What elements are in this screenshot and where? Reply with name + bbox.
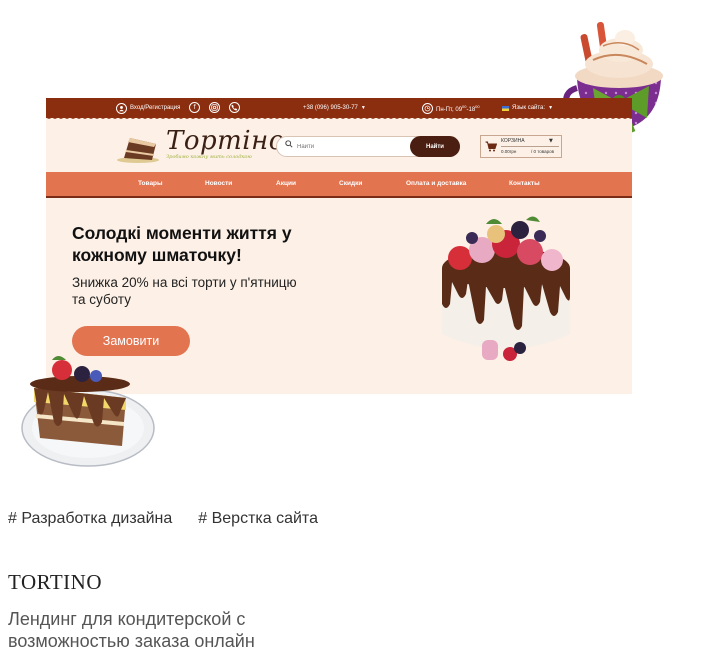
website-mockup: Вход/Регистрация f +38 (096) 905-30-77 ▼… [46, 98, 632, 394]
phone-icon[interactable] [229, 102, 240, 113]
logo-cake-icon [117, 138, 159, 163]
chevron-down-icon: ▼ [360, 105, 366, 111]
search-bar: Найти [276, 136, 460, 157]
search-icon [285, 140, 293, 150]
phone-number: +38 (096) 905-30-77 [303, 105, 358, 111]
working-hours: Пн-Пт, 0900-1800 [422, 98, 480, 118]
clock-icon [422, 102, 433, 114]
cake-slice-illustration [21, 356, 155, 467]
hours-sup2: 00 [475, 103, 480, 109]
nav-item-news[interactable]: Новости [205, 172, 232, 196]
project-title: TORTINO [8, 570, 103, 594]
search-input[interactable] [297, 140, 407, 153]
hero-title: Солодкі моменти життя у кожному шматочку… [72, 223, 292, 265]
hours-mid: -18 [466, 106, 476, 113]
instagram-icon[interactable] [209, 102, 220, 113]
chevron-down-icon: ▼ [549, 138, 553, 144]
logo-name: Тортіно [166, 126, 285, 156]
flag-icon [502, 105, 509, 111]
cart-widget[interactable]: КОРЗИНА ▼ 0.00грн / 0 товаров [480, 135, 562, 158]
logo-tagline: Зробимо кожну мить солодкою [166, 154, 252, 160]
nav-item-payment-delivery[interactable]: Оплата и доставка [406, 172, 466, 196]
hours-prefix: Пн-Пт, 09 [436, 106, 463, 113]
project-tags: # Разработка дизайна # Верстка сайта [8, 510, 318, 528]
site-logo[interactable]: Тортіно Зробимо кожну мить солодкою [116, 126, 284, 164]
search-button[interactable]: Найти [410, 136, 460, 157]
login-link[interactable]: Вход/Регистрация [116, 98, 180, 118]
nav-item-discounts[interactable]: Скидки [339, 172, 362, 196]
site-topbar: Вход/Регистрация f +38 (096) 905-30-77 ▼… [46, 98, 632, 118]
site-nav: Товары Новости Акции Скидки Оплата и дос… [46, 172, 632, 198]
facebook-icon[interactable]: f [189, 102, 200, 113]
tag-design[interactable]: # Разработка дизайна [8, 510, 172, 528]
cart-count: / 0 товаров [531, 149, 555, 154]
nav-item-products[interactable]: Товары [138, 172, 163, 196]
phone-dropdown[interactable]: +38 (096) 905-30-77 ▼ [303, 98, 366, 118]
hero-cake-image [442, 216, 570, 361]
tag-layout[interactable]: # Верстка сайта [198, 510, 318, 528]
login-label: Вход/Регистрация [130, 105, 181, 111]
cart-divider [501, 146, 559, 147]
hero-subtitle: Знижка 20% на всі торти у п'ятницю та су… [72, 275, 297, 307]
project-description: Лендинг для кондитерской с возможностью … [8, 609, 255, 651]
nav-item-contacts[interactable]: Контакты [509, 172, 540, 196]
cart-icon [485, 141, 497, 152]
chevron-down-icon: ▼ [548, 105, 554, 111]
site-header: Тортіно Зробимо кожну мить солодкою Найт… [46, 122, 632, 172]
language-label: Язык сайта: [512, 105, 546, 111]
cart-sum: 0.00грн [501, 149, 517, 154]
user-icon [116, 102, 127, 114]
nav-item-promotions[interactable]: Акции [276, 172, 296, 196]
cart-title: КОРЗИНА [501, 138, 525, 144]
language-select[interactable]: Язык сайта: ▼ [502, 98, 553, 118]
